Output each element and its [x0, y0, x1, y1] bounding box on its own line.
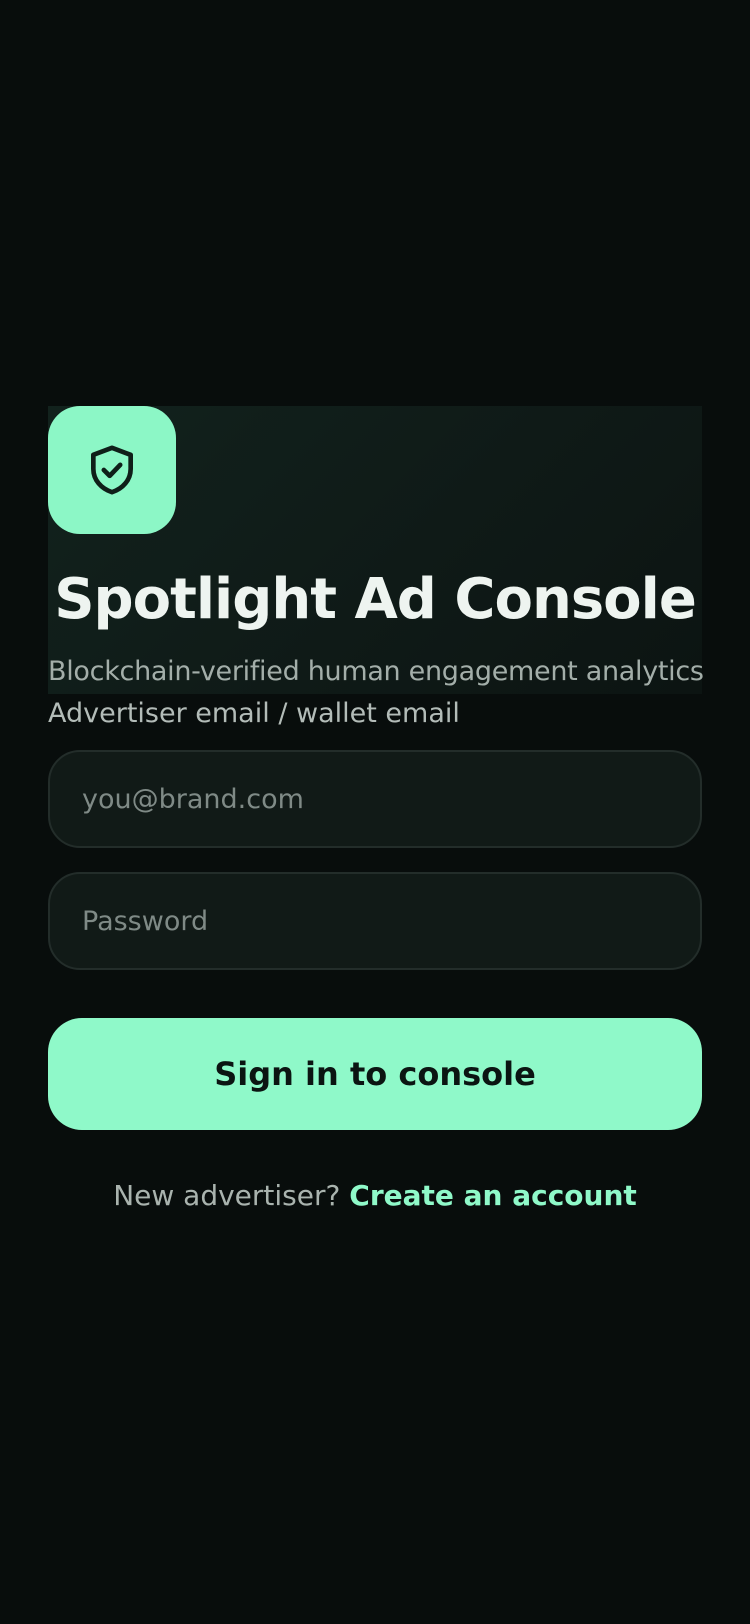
sign-in-button[interactable]: Sign in to console — [48, 1018, 702, 1130]
create-account-row: New advertiser? Create an account — [0, 1178, 750, 1214]
create-account-link[interactable]: Create an account — [349, 1179, 637, 1212]
shield-check-icon — [91, 445, 134, 495]
app-logo — [48, 406, 176, 534]
page-title: Spotlight Ad Console — [54, 567, 697, 632]
hero-banner: Spotlight Ad Console Blockchain-verified… — [48, 406, 704, 694]
sign-in-screen: Spotlight Ad Console Blockchain-verified… — [0, 0, 750, 1624]
email-field[interactable] — [48, 750, 702, 848]
password-field[interactable] — [48, 872, 702, 970]
new-advertiser-prompt: New advertiser? — [113, 1179, 341, 1212]
email-field-label: Advertiser email / wallet email — [48, 698, 460, 729]
page-subtitle: Blockchain-verified human engagement ana… — [48, 656, 704, 687]
